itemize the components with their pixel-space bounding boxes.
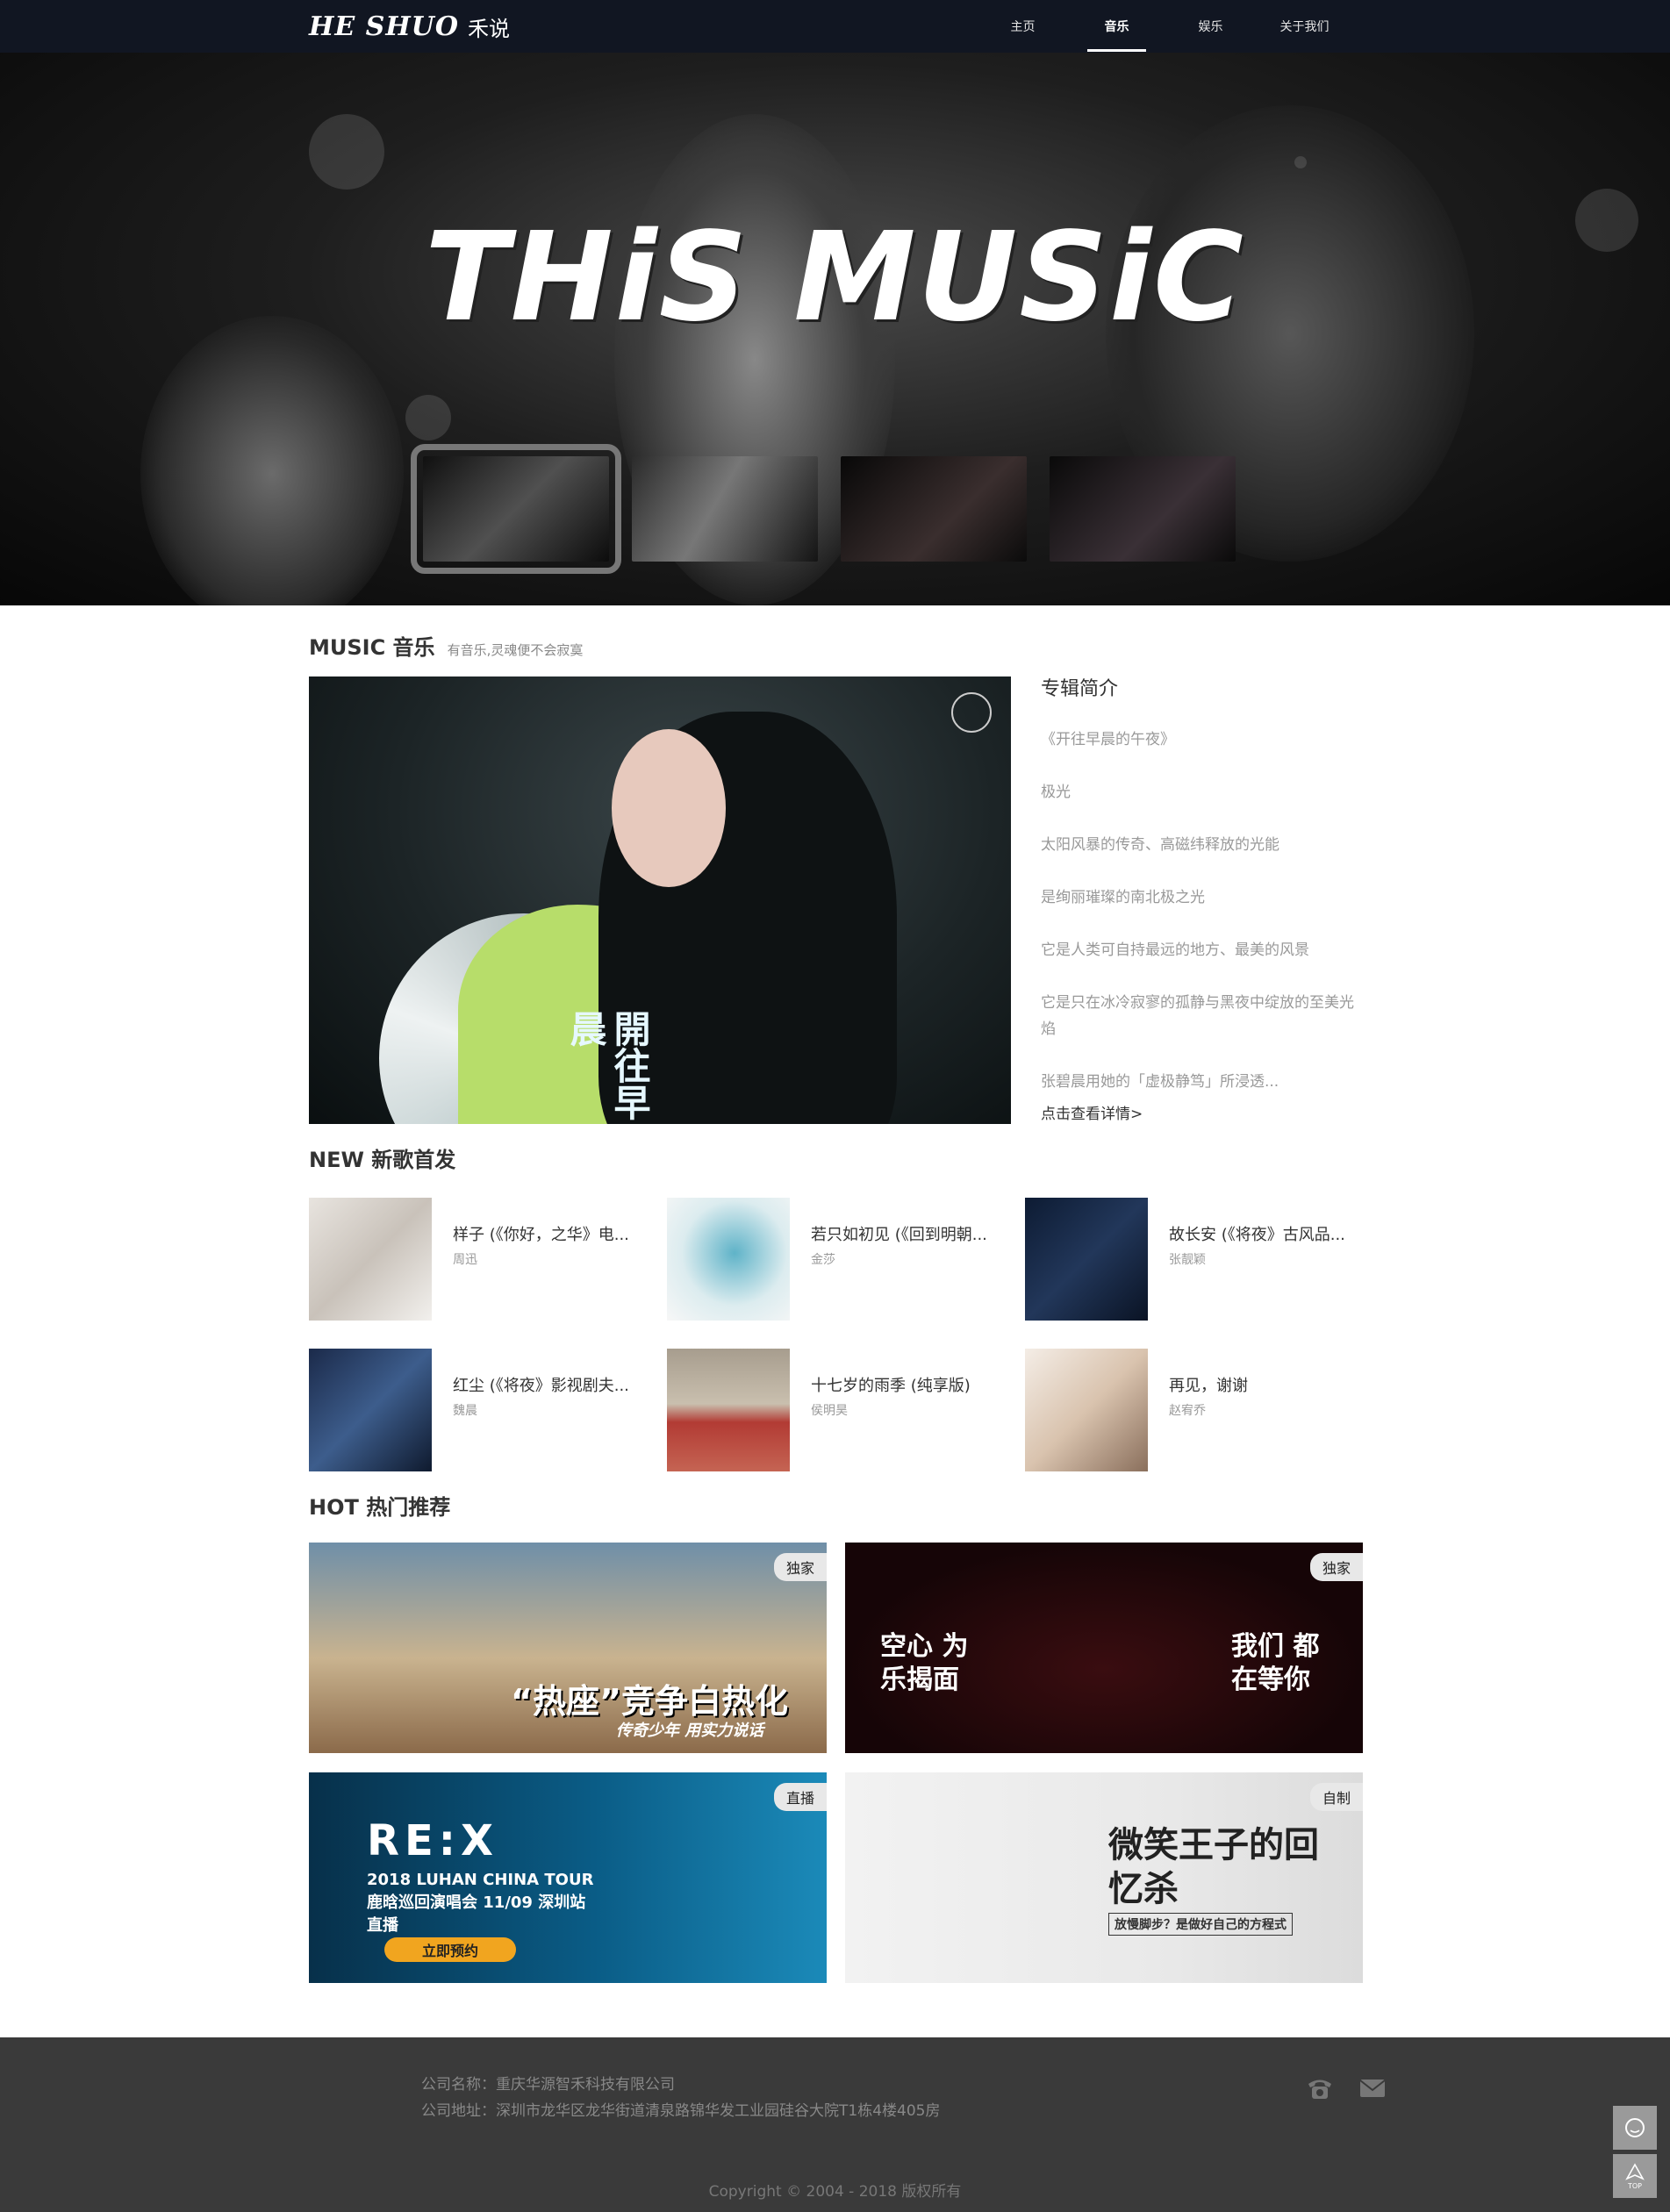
song-name: 红尘 (《将夜》影视剧夫... [453,1377,629,1395]
hot-card-2[interactable]: 独家 空心 为乐揭面 我们 都在等你 [845,1543,1363,1753]
album-line: 是绚丽璀璨的南北极之光 [1041,889,1205,906]
nav-item-entertainment[interactable]: 娱乐 [1164,0,1258,53]
music-section-title: MUSIC 音乐 有音乐,灵魂便不会寂寞 [309,630,583,661]
footer: 公司名称：重庆华源智禾科技有限公司 公司地址：深圳市龙华区龙华街道清泉路锦华发工… [0,2037,1670,2212]
song-artist: 周迅 [453,1253,477,1267]
song-name: 若只如初见 (《回到明朝... [811,1226,987,1244]
song-cover [309,1198,432,1321]
hot-card-headline: 空心 为乐揭面 [880,1631,969,1695]
section-heading: HOT 热门推荐 [309,1495,451,1520]
hot-card-1[interactable]: 独家 “热座”竞争白热化 传奇少年 用实力说话 [309,1543,827,1753]
top-icon[interactable]: TOP [1613,2154,1657,2198]
hot-card-subline: 我们 都在等你 [1231,1631,1320,1695]
song-cover [1025,1349,1148,1471]
hot-tag: 直播 [773,1783,827,1811]
album-line: 它是人类可自持最远的地方、最美的风景 [1041,941,1309,959]
cover-face [612,729,726,887]
song-artist: 金莎 [811,1253,835,1267]
footer-company: 公司名称：重庆华源智禾科技有限公司 [421,2076,675,2094]
hot-card-headline: RE:X [367,1816,498,1865]
song-card[interactable]: 故长安 (《将夜》古风品... 张靓颖 [1025,1198,1376,1321]
hot-card-headline: “热座”竞争白热化 [511,1682,788,1721]
song-cover [1025,1198,1148,1321]
hot-tag: 独家 [1309,1553,1363,1581]
section-heading: NEW 新歌首发 [309,1148,456,1172]
new-songs-title: NEW 新歌首发 [309,1142,455,1173]
album-cover-image[interactable]: 開往早晨 [309,676,1011,1124]
song-name: 故长安 (《将夜》古风品... [1169,1226,1345,1244]
footer-address: 公司地址：深圳市龙华区龙华街道清泉路锦华发工业园硅谷大院T1栋4楼405房 [421,2102,941,2120]
album-line: 极光 [1041,784,1071,801]
song-name: 样子 (《你好，之华》电... [453,1226,629,1244]
hot-card-subline: 放慢脚步？是做好自己的方程式 [1108,1913,1293,1936]
hot-card-subline: 传奇少年 用实力说话 [616,1722,764,1740]
main-nav: 主页 音乐 娱乐 关于我们 [976,0,1351,53]
banner-bubble [309,114,384,190]
phone-icon[interactable] [1306,2076,1334,2101]
song-card[interactable]: 再见，谢谢 赵宥乔 [1025,1349,1376,1471]
song-artist: 魏晨 [453,1404,477,1418]
hot-card-4[interactable]: 自制 微笑王子的回忆杀 放慢脚步？是做好自己的方程式 [845,1772,1363,1983]
song-artist: 赵宥乔 [1169,1404,1206,1418]
cover-stamp-icon [951,692,992,733]
banner-bubble [405,395,451,440]
nav-item-home[interactable]: 主页 [976,0,1070,53]
nav-item-music[interactable]: 音乐 [1070,0,1164,53]
banner-thumbnail-4[interactable] [1050,456,1236,562]
banner-thumbnails [411,444,1236,574]
banner-title: THiS MUSiC [425,206,1245,349]
song-name: 再见，谢谢 [1169,1377,1248,1395]
song-card[interactable]: 十七岁的雨季 (纯享版) 侯明昊 [667,1349,1018,1471]
banner-bubble [1294,156,1307,168]
top-label: TOP [1627,2181,1642,2190]
logo-text-cn: 禾说 [467,16,510,41]
song-artist: 张靓颖 [1169,1253,1206,1267]
album-line: 太阳风暴的传奇、高磁纬释放的光能 [1041,836,1279,854]
footer-info: 公司名称：重庆华源智禾科技有限公司 公司地址：深圳市龙华区龙华街道清泉路锦华发工… [421,2072,940,2124]
section-heading: MUSIC 音乐 [309,635,435,660]
top-navbar: HE SHUO 禾说 主页 音乐 娱乐 关于我们 [0,0,1670,53]
hot-tag: 独家 [773,1553,827,1581]
logo-text-en: HE SHUO [309,11,459,42]
hero-banner: THiS MUSiC [0,53,1670,605]
banner-thumbnail-2[interactable] [632,456,818,562]
album-line: 张碧晨用她的「虚极静笃」所浸透... [1041,1073,1279,1091]
song-artist: 侯明昊 [811,1404,848,1418]
hot-card-headline: 微笑王子的回忆杀 [1108,1825,1319,1909]
song-cover [667,1349,790,1471]
hot-card-3[interactable]: 直播 RE:X 2018 LUHAN CHINA TOUR 鹿晗巡回演唱会 11… [309,1772,827,1983]
song-cover [667,1198,790,1321]
mail-icon[interactable] [1358,2076,1387,2101]
song-name: 十七岁的雨季 (纯享版) [811,1377,971,1395]
logo[interactable]: HE SHUO 禾说 [309,9,510,44]
reserve-button[interactable]: 立即预约 [384,1937,516,1962]
hot-tag: 自制 [1309,1783,1363,1811]
banner-thumbnail-3[interactable] [841,456,1027,562]
hot-section-title: HOT 热门推荐 [309,1490,450,1521]
song-card[interactable]: 若只如初见 (《回到明朝... 金莎 [667,1198,1018,1321]
section-subtitle: 有音乐,灵魂便不会寂寞 [447,642,584,658]
album-more-link[interactable]: 点击查看详情> [1041,1104,1143,1125]
banner-singer-left [140,316,404,605]
album-line: 它是只在冰冷寂寥的孤静与黑夜中绽放的至美光焰 [1041,994,1354,1038]
hot-card-subline: 2018 LUHAN CHINA TOUR 鹿晗巡回演唱会 11/09 深圳站直… [367,1871,594,1935]
banner-thumbnail-1[interactable] [411,444,621,574]
cover-title-text: 開往早晨 [564,1010,651,1120]
album-heading: 专辑简介 [1041,678,1119,700]
chat-icon[interactable] [1613,2106,1657,2150]
song-cover [309,1349,432,1471]
copyright: Copyright © 2004 - 2018 版权所有 [708,2183,962,2201]
nav-item-about[interactable]: 关于我们 [1258,0,1351,53]
song-card[interactable]: 红尘 (《将夜》影视剧夫... 魏晨 [309,1349,660,1471]
song-card[interactable]: 样子 (《你好，之华》电... 周迅 [309,1198,660,1321]
album-intro: 专辑简介 《开往早晨的午夜》 极光 太阳风暴的传奇、高磁纬释放的光能 是绚丽璀璨… [1041,676,1357,1123]
album-line: 《开往早晨的午夜》 [1041,731,1175,748]
